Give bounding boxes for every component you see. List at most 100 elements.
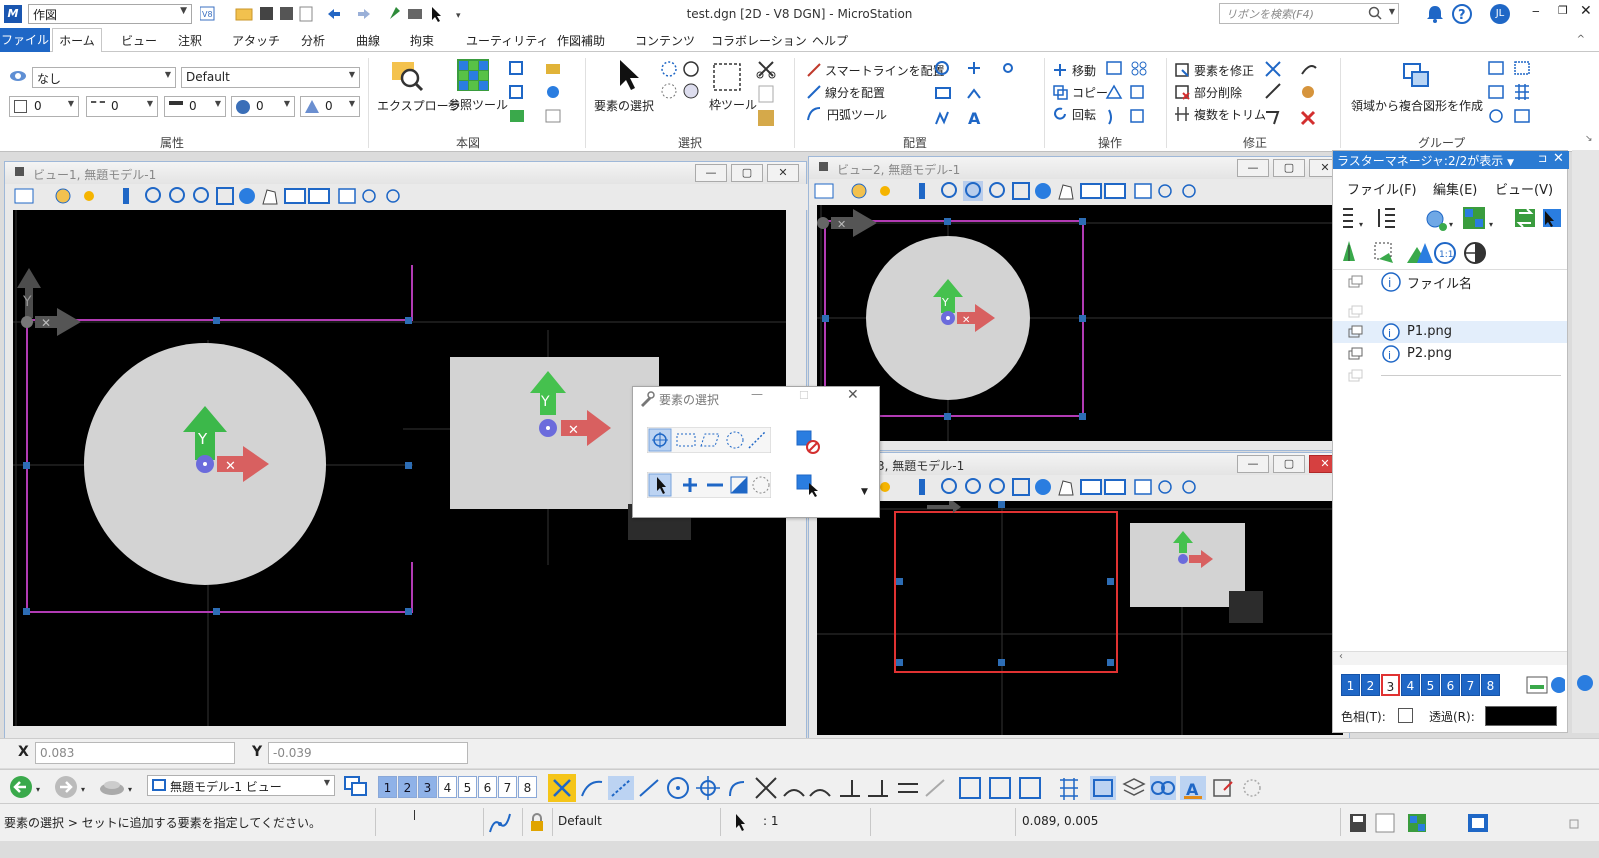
placement-small-tools[interactable]: A bbox=[934, 60, 1034, 126]
search-icon[interactable] bbox=[1368, 6, 1382, 20]
status-active-level[interactable]: Default bbox=[558, 814, 602, 828]
reference-icon[interactable] bbox=[456, 58, 490, 92]
raster-display-icon[interactable] bbox=[1347, 347, 1365, 361]
globe-icon[interactable] bbox=[1574, 672, 1596, 694]
view-1-titlebar[interactable]: ビュー1, 無題モデル-1 — ▢ ✕ bbox=[5, 162, 806, 184]
snap-status-icon[interactable] bbox=[487, 810, 513, 836]
tab-file[interactable]: ファイル bbox=[0, 28, 50, 52]
view-toggle-2[interactable]: 2 bbox=[398, 776, 417, 798]
navigation-icons[interactable]: ▾ ▾ ▾ bbox=[8, 774, 138, 800]
minimize-window-button[interactable]: ‒ bbox=[1532, 4, 1546, 18]
view-toggle-1[interactable]: 1 bbox=[378, 776, 397, 798]
tab-annotate[interactable]: 注釈 bbox=[178, 32, 202, 49]
raster-info-icon[interactable]: i bbox=[1381, 344, 1401, 364]
view-2-toolbar[interactable] bbox=[809, 179, 1351, 205]
arc-icon[interactable] bbox=[806, 106, 822, 122]
color-select[interactable]: 0 ▼ bbox=[9, 96, 79, 117]
help-icon[interactable]: ? bbox=[1452, 4, 1472, 24]
modify-small-tools[interactable] bbox=[1264, 60, 1334, 126]
raster-menu-edit[interactable]: 編集(E) bbox=[1433, 179, 1477, 198]
snap-mode-toolbar[interactable]: A bbox=[548, 774, 1298, 802]
raster-print-icons[interactable] bbox=[1525, 673, 1565, 697]
tab-help[interactable]: ヘルプ bbox=[812, 32, 848, 49]
raster-view-toggle-3[interactable]: 3 bbox=[1381, 674, 1400, 696]
raster-menu-file[interactable]: ファイル(F) bbox=[1347, 179, 1417, 198]
ribbon-collapse-icon[interactable]: ^ bbox=[1577, 34, 1585, 45]
view-3-maximize-button[interactable]: ▢ bbox=[1273, 455, 1305, 473]
view-3-canvas[interactable] bbox=[817, 501, 1343, 735]
view-toggle-6[interactable]: 6 bbox=[478, 776, 497, 798]
move-label[interactable]: 移動 bbox=[1072, 62, 1096, 79]
rotate-icon[interactable] bbox=[1052, 106, 1068, 122]
view-menu-icon[interactable] bbox=[819, 162, 828, 171]
deselect-all-icon[interactable] bbox=[795, 429, 821, 455]
partial-delete-icon[interactable] bbox=[1174, 84, 1190, 100]
transparency-color-swatch[interactable] bbox=[1485, 706, 1557, 726]
raster-view-toggle-8[interactable]: 8 bbox=[1481, 674, 1500, 696]
raster-view-toggle-7[interactable]: 7 bbox=[1461, 674, 1480, 696]
view-groups-icon[interactable] bbox=[343, 775, 369, 799]
linestyle-select[interactable]: 0 ▼ bbox=[86, 96, 158, 117]
x-coordinate-input[interactable]: 0.083 bbox=[35, 742, 235, 764]
view-2-maximize-button[interactable]: ▢ bbox=[1273, 159, 1305, 177]
view-menu-icon[interactable] bbox=[15, 167, 24, 176]
text-style-select[interactable]: Default ▼ bbox=[181, 67, 360, 88]
tab-attach[interactable]: アタッチ bbox=[232, 32, 280, 49]
raster-view-toggle-1[interactable]: 1 bbox=[1341, 674, 1360, 696]
element-selection-arrow-icon[interactable] bbox=[610, 58, 644, 92]
tab-view[interactable]: ビュー bbox=[121, 32, 157, 49]
user-avatar[interactable]: JL bbox=[1490, 4, 1510, 24]
view-2-titlebar[interactable]: ビュー2, 無題モデル-1 — ▢ ✕ bbox=[809, 157, 1349, 179]
manipulate-small-tools[interactable] bbox=[1105, 60, 1153, 126]
reference-label[interactable]: 参照ツール bbox=[448, 96, 508, 113]
raster-view-toggle-2[interactable]: 2 bbox=[1361, 674, 1380, 696]
panel-close-icon[interactable]: ✕ bbox=[1553, 151, 1564, 166]
view-3-titlebar[interactable]: 3, 無題モデル-1 — ▢ ✕ bbox=[809, 453, 1349, 475]
message-center-icon[interactable] bbox=[414, 810, 415, 820]
raster-menu-view[interactable]: ビュー(V) bbox=[1495, 179, 1553, 198]
y-coordinate-input[interactable]: -0.039 bbox=[268, 742, 468, 764]
smartline-label[interactable]: スマートラインを配置 bbox=[825, 62, 945, 79]
group-small-tools[interactable] bbox=[1487, 60, 1547, 126]
restore-window-button[interactable]: ❐ bbox=[1558, 4, 1572, 18]
modify-element-label[interactable]: 要素を修正 bbox=[1194, 62, 1254, 79]
raster-toolbar[interactable]: ▾ ▾ ▾ 1:1 bbox=[1339, 205, 1565, 267]
close-window-button[interactable]: ✕ bbox=[1580, 3, 1594, 19]
level-select[interactable]: なし ▼ bbox=[32, 67, 176, 88]
workflow-select[interactable]: 作図 ▼ bbox=[28, 4, 192, 24]
tint-checkbox[interactable] bbox=[1398, 708, 1413, 723]
pin-panel-icon[interactable]: ⊐ bbox=[1538, 152, 1547, 165]
status-icons[interactable] bbox=[1348, 812, 1588, 836]
view-toggle-7[interactable]: 7 bbox=[498, 776, 517, 798]
view-toggle-4[interactable]: 4 bbox=[438, 776, 457, 798]
selection-mode-icons[interactable] bbox=[660, 60, 700, 100]
raster-display-icon[interactable] bbox=[1347, 325, 1365, 339]
primary-small-tools[interactable] bbox=[508, 60, 578, 130]
dialog-maximize-button[interactable]: ☐ bbox=[799, 389, 809, 402]
transparency-select[interactable]: 0 ▼ bbox=[231, 96, 295, 117]
view-toggle-8[interactable]: 8 bbox=[518, 776, 537, 798]
raster-view-toggle-5[interactable]: 5 bbox=[1421, 674, 1440, 696]
trim-multiple-label[interactable]: 複数をトリム bbox=[1194, 106, 1266, 123]
view-3-toolbar[interactable] bbox=[809, 475, 1351, 501]
view-1-minimize-button[interactable]: — bbox=[695, 164, 727, 182]
raster-manager-titlebar[interactable]: ラスターマネージャ:2/2が表示 ▼ ⊐ ✕ bbox=[1333, 151, 1569, 169]
lock-icon[interactable] bbox=[528, 813, 546, 833]
clipboard-icons[interactable] bbox=[755, 60, 779, 130]
level-manager-icon[interactable] bbox=[9, 68, 27, 84]
select-all-icon[interactable] bbox=[795, 473, 821, 499]
raster-row-p1[interactable]: i P1.png bbox=[1333, 321, 1567, 343]
copy-icon[interactable] bbox=[1052, 84, 1068, 100]
weight-select[interactable]: 0 ▼ bbox=[164, 96, 226, 117]
line-label[interactable]: 線分を配置 bbox=[825, 84, 885, 101]
tab-content[interactable]: コンテンツ bbox=[635, 32, 695, 49]
view-toggle-5[interactable]: 5 bbox=[458, 776, 477, 798]
notification-bell-icon[interactable] bbox=[1425, 4, 1445, 24]
ribbon-search-input[interactable]: リボンを検索(F4) ▼ bbox=[1219, 3, 1399, 24]
copy-label[interactable]: コピー bbox=[1072, 84, 1108, 101]
smartline-icon[interactable] bbox=[806, 62, 822, 78]
selection-method-toolbar[interactable] bbox=[647, 427, 771, 453]
view-2-canvas[interactable]: ✕ Y ✕ bbox=[817, 205, 1343, 441]
dialog-minimize-button[interactable]: — bbox=[751, 387, 763, 401]
rotate-label[interactable]: 回転 bbox=[1072, 106, 1096, 123]
